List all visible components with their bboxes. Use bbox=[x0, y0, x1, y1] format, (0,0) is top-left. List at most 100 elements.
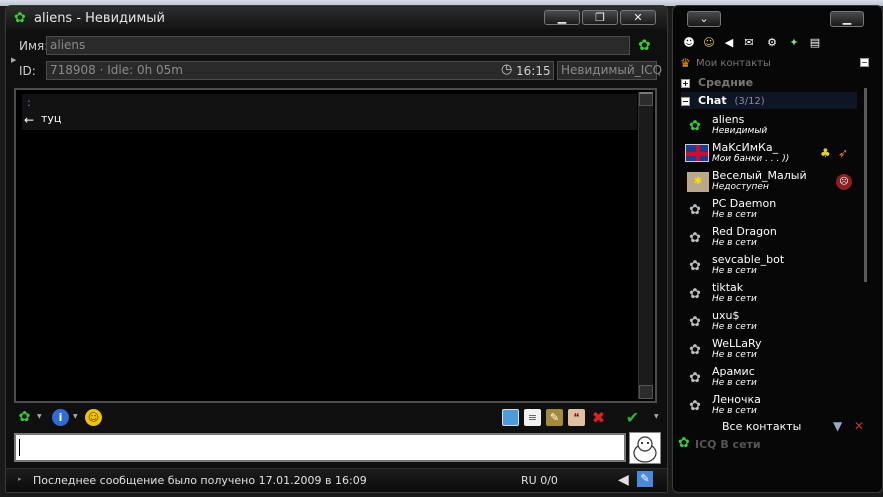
typing-notify-icon[interactable]: ✎ bbox=[637, 471, 653, 487]
icq-status-icon[interactable]: ✿ bbox=[638, 36, 651, 54]
contact-status: Мои банки . . . )) bbox=[712, 154, 790, 164]
clear-icon[interactable]: ✖ bbox=[590, 409, 607, 426]
contact-status: Недоступен bbox=[712, 182, 769, 192]
clock-icon: ◷ bbox=[501, 62, 513, 77]
icq-status-label[interactable]: ICQ В сети bbox=[695, 438, 761, 451]
contact-status: Не в сети bbox=[712, 266, 757, 276]
angry-face-icon: ☹ bbox=[836, 174, 852, 190]
section-title: Мои контакты bbox=[696, 58, 771, 69]
contact-item-pc-daemon[interactable]: ✿ PC Daemon Не в сети bbox=[683, 196, 859, 224]
group-name: Средние bbox=[698, 76, 754, 89]
notes-icon[interactable]: ≡ bbox=[524, 409, 541, 426]
contact-item-lenochka[interactable]: ✿ Леночка Не в сети bbox=[683, 392, 859, 420]
offline-flower-icon: ✿ bbox=[689, 286, 701, 302]
icq-menu-icon[interactable]: ✿ bbox=[16, 409, 33, 426]
offline-flower-icon: ✿ bbox=[689, 370, 701, 386]
group-header-sredniye[interactable]: + Средние bbox=[681, 74, 857, 91]
offline-flower-icon: ✿ bbox=[689, 202, 701, 218]
messages-icon[interactable]: ✉ bbox=[742, 36, 756, 50]
last-message-info: Последнее сообщение было получено 17.01.… bbox=[33, 474, 367, 487]
group-header-chat[interactable]: − Chat (3/12) bbox=[681, 92, 857, 109]
name-field[interactable]: aliens bbox=[46, 36, 630, 55]
chat-window: ✿ aliens - Невидимый ▁ ❐ ✕ Имя: aliens ✿… bbox=[5, 5, 668, 493]
id-label: ID: bbox=[19, 64, 36, 78]
sound-toggle-icon[interactable]: ◀ bbox=[722, 36, 736, 50]
name-label: Имя: bbox=[19, 39, 49, 53]
restore-button[interactable]: ❐ bbox=[582, 10, 618, 25]
my-contacts-icon: ♛ bbox=[680, 56, 691, 70]
info-icon[interactable]: i bbox=[52, 409, 69, 426]
contact-scrollbar[interactable] bbox=[864, 88, 867, 282]
uk-flag-avatar bbox=[685, 144, 709, 162]
contact-status: Не в сети bbox=[712, 378, 757, 388]
contact-status: Невидимый bbox=[712, 126, 768, 136]
contact-item-aramis[interactable]: ✿ Арамис Не в сети bbox=[683, 364, 859, 392]
gift-icon: ♣ bbox=[820, 146, 831, 160]
offline-flower-icon: ✿ bbox=[689, 258, 701, 274]
add-contact-icon[interactable]: ☺ bbox=[702, 36, 716, 50]
contact-name: WeLLaRy bbox=[712, 337, 762, 350]
dropdown-arrow-icon[interactable]: ▼ bbox=[654, 413, 659, 420]
message-history[interactable]: : ← туц bbox=[14, 88, 657, 403]
contact-item-maksimka[interactable]: MaKсИмКа_ Мои банки . . . )) ♣ ➶ bbox=[683, 140, 859, 168]
encoding-counter: RU 0/0 bbox=[521, 474, 558, 487]
picture-icon[interactable] bbox=[502, 409, 519, 426]
gear-icon[interactable]: ⚙ bbox=[765, 36, 779, 50]
collapse-icon[interactable]: − bbox=[681, 96, 690, 106]
close-button[interactable]: ✕ bbox=[620, 10, 656, 25]
contact-item-red-dragon[interactable]: ✿ Red Dragon Не в сети bbox=[683, 224, 859, 252]
contact-item-wellary[interactable]: ✿ WeLLaRy Не в сети bbox=[683, 336, 859, 364]
minimize-button[interactable]: ▁ bbox=[544, 10, 580, 25]
icq-status-icon[interactable]: ✿ bbox=[678, 435, 690, 451]
carrot-icon: ➶ bbox=[838, 146, 849, 160]
contacts-tool-icon[interactable]: ✦ bbox=[787, 36, 801, 50]
contact-status: Не в сети bbox=[712, 238, 757, 248]
contact-list-window: ⌄ ▁ ☻ ☺ ◀ ✉ ⚙ ✦ ▤ ♛ Мои контакты − + Сред… bbox=[672, 5, 883, 493]
group-count: (3/12) bbox=[734, 96, 765, 107]
contact-item-sevcable-bot[interactable]: ✿ sevcable_bot Не в сети bbox=[683, 252, 859, 280]
quote-icon[interactable]: ❝ bbox=[568, 409, 585, 426]
all-contacts-label[interactable]: Все контакты bbox=[722, 420, 801, 433]
group-name: Chat bbox=[698, 94, 727, 107]
dropdown-arrow-icon[interactable]: ▼ bbox=[37, 413, 42, 420]
offline-flower-icon: ✿ bbox=[689, 342, 701, 358]
menu-dropdown-button[interactable]: ⌄ bbox=[687, 11, 721, 27]
contact-name: tiktak bbox=[712, 281, 744, 294]
smiley-icon[interactable]: ☺ bbox=[85, 409, 102, 426]
contact-item-aliens[interactable]: ✿ aliens Невидимый bbox=[683, 112, 859, 140]
expand-arrow-icon[interactable]: ▶ bbox=[11, 56, 16, 64]
contact-status: Не в сети bbox=[712, 210, 757, 220]
avatar[interactable] bbox=[629, 432, 661, 464]
dropdown-arrow-icon[interactable]: ▼ bbox=[73, 413, 78, 420]
edit-icon[interactable]: ✎ bbox=[546, 409, 563, 426]
contact-item-uxu[interactable]: ✿ uxu$ Не в сети bbox=[683, 308, 859, 336]
contact-name: Веселый_Малый bbox=[712, 169, 807, 182]
chat-status-bar: ▸ Последнее сообщение было получено 17.0… bbox=[6, 468, 667, 492]
invisible-status-icon: ✿ bbox=[689, 118, 701, 134]
vcard-icon[interactable]: ▤ bbox=[808, 36, 822, 50]
avatar-icon: ✱ bbox=[687, 172, 709, 192]
message-input[interactable] bbox=[14, 433, 626, 462]
contact-item-veselyi-malyi[interactable]: ✱ Веселый_Малый Недоступен ☹ bbox=[683, 168, 859, 196]
message-scrollbar[interactable] bbox=[638, 92, 653, 399]
contact-name: aliens bbox=[712, 113, 745, 126]
expand-icon[interactable]: + bbox=[681, 78, 690, 88]
id-field: 718908 · Idle: 0h 05m bbox=[46, 61, 554, 80]
id-value: 718908 · Idle: 0h 05m bbox=[50, 63, 183, 77]
collapse-all-icon[interactable]: − bbox=[860, 58, 869, 67]
filter-clear-icon[interactable]: ✕ bbox=[854, 419, 864, 433]
scroll-down-button[interactable] bbox=[639, 385, 653, 399]
minimize-button[interactable]: ▁ bbox=[830, 11, 864, 27]
scroll-up-button[interactable] bbox=[639, 92, 653, 106]
contact-status-field[interactable]: Невидимый_ICQ bbox=[557, 61, 662, 80]
sound-icon[interactable]: ◀ bbox=[618, 472, 629, 488]
contact-name: sevcable_bot bbox=[712, 253, 785, 266]
user-icon[interactable]: ☻ bbox=[682, 36, 696, 50]
filter-icon[interactable]: ▼ bbox=[833, 419, 842, 433]
contact-status: Не в сети bbox=[712, 322, 757, 332]
message-text: туц bbox=[41, 112, 62, 125]
local-time: 16:15 bbox=[516, 64, 551, 78]
chat-titlebar[interactable]: ✿ aliens - Невидимый ▁ ❐ ✕ bbox=[6, 6, 667, 30]
contact-item-tiktak[interactable]: ✿ tiktak Не в сети bbox=[683, 280, 859, 308]
send-check-icon[interactable]: ✔ bbox=[624, 409, 641, 426]
